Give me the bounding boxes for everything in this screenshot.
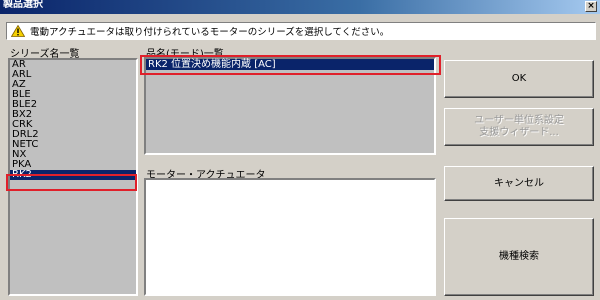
series-item[interactable]: RK2 bbox=[10, 170, 136, 180]
info-message: 電動アクチュエータは取り付けられているモーターのシリーズを選択してください。 bbox=[30, 27, 390, 38]
model-search-button[interactable]: 機種検索 bbox=[444, 218, 594, 296]
info-bar: 電動アクチュエータは取り付けられているモーターのシリーズを選択してください。 bbox=[6, 22, 596, 40]
warning-icon bbox=[11, 25, 25, 37]
series-item[interactable]: ARL bbox=[10, 70, 136, 80]
motor-list[interactable] bbox=[144, 178, 436, 296]
ok-button[interactable]: OK bbox=[444, 60, 594, 98]
close-icon[interactable]: × bbox=[585, 1, 597, 12]
unit-wizard-button[interactable]: ユーザー単位系設定 支援ウィザード... bbox=[444, 108, 594, 146]
cancel-button[interactable]: キャンセル bbox=[444, 166, 594, 201]
series-list[interactable]: AR ARL AZ BLE BLE2 BX2 CRK DRL2 NETC NX PKA RK2 bbox=[8, 58, 138, 296]
title-bar: 製品選択 × bbox=[0, 0, 600, 14]
series-item[interactable]: NETC bbox=[10, 140, 136, 150]
window-title: 製品選択 bbox=[3, 0, 43, 10]
product-list[interactable]: RK2 位置決め機能内蔵 [AC] bbox=[144, 57, 436, 155]
product-item[interactable]: RK2 位置決め機能内蔵 [AC] bbox=[146, 59, 434, 70]
